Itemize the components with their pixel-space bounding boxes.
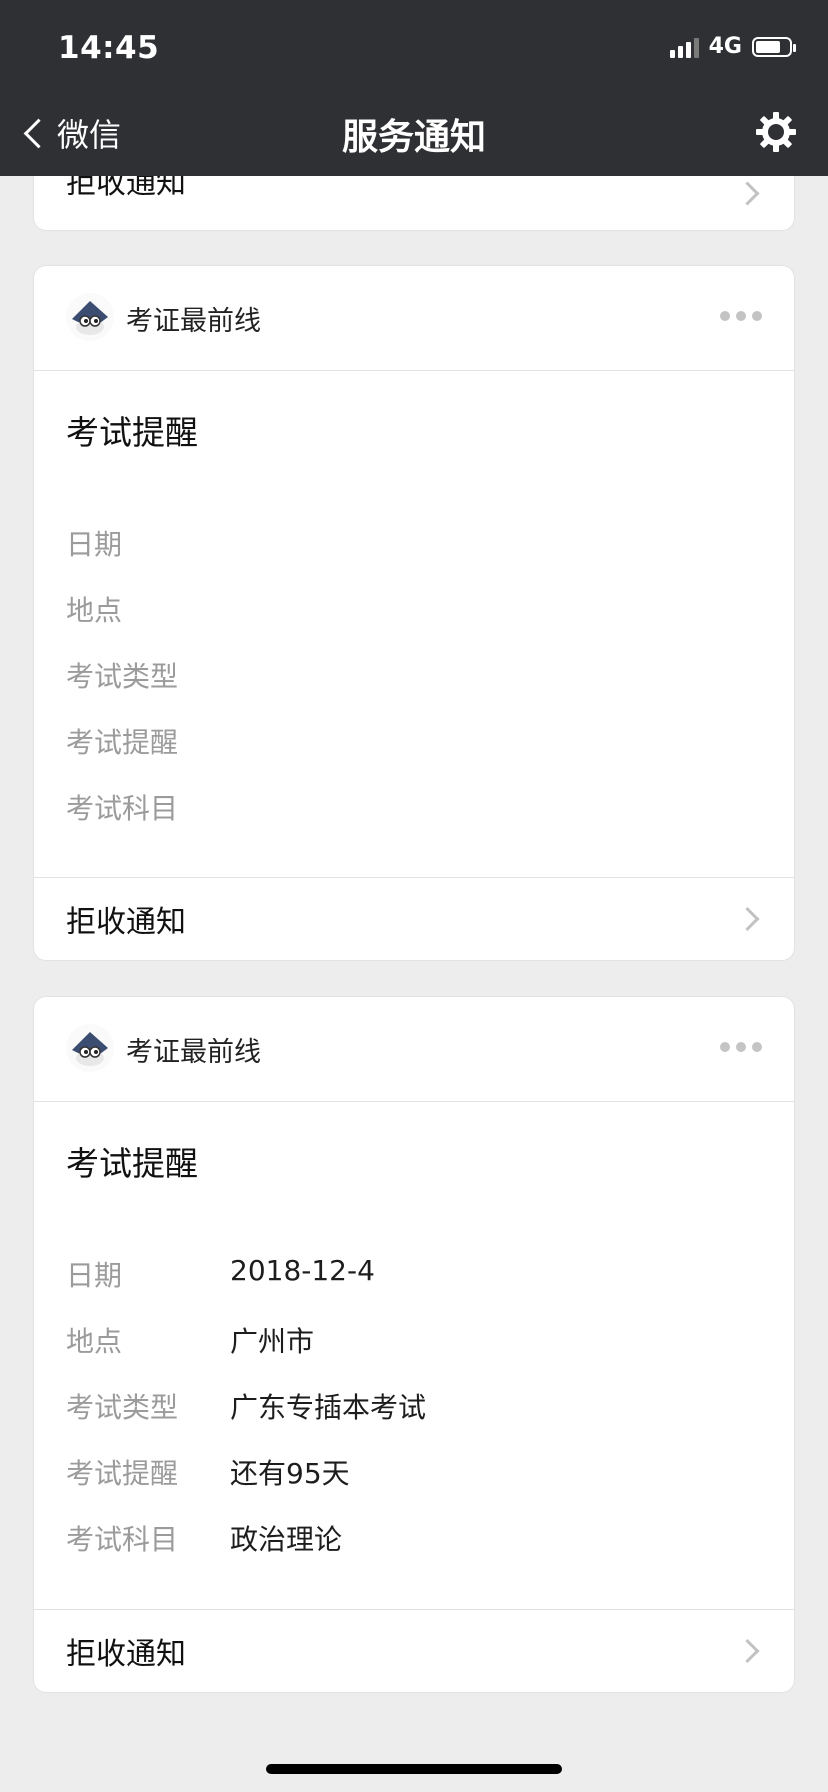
chevron-right-icon xyxy=(735,181,760,206)
source-name: 考证最前线 xyxy=(126,1037,261,1068)
status-indicators: 4G xyxy=(669,34,796,59)
field-row-exam-subject: 考试科目 政治理论 xyxy=(66,1518,342,1558)
field-row-location: 地点 广州市 xyxy=(66,1320,314,1360)
field-row-exam-reminder: 考试提醒 xyxy=(66,721,230,761)
avatar[interactable] xyxy=(66,293,114,341)
card-header: 考证最前线 xyxy=(34,266,794,371)
field-row-exam-reminder: 考试提醒 还有95天 xyxy=(66,1452,350,1492)
nav-bar: 微信 服务通知 xyxy=(0,98,828,168)
home-indicator[interactable] xyxy=(266,1764,562,1774)
signal-icon xyxy=(669,36,699,58)
chevron-right-icon xyxy=(735,906,760,932)
reject-notification-row[interactable]: 拒收通知 xyxy=(34,877,794,960)
field-label: 地点 xyxy=(66,1325,123,1358)
more-dots-icon[interactable] xyxy=(720,1042,762,1052)
page-title: 服务通知 xyxy=(341,117,486,158)
field-row-exam-type: 考试类型 xyxy=(66,655,230,695)
field-value: 还有95天 xyxy=(230,1457,350,1490)
field-label: 考试科目 xyxy=(66,1523,179,1556)
field-row-exam-type: 考试类型 广东专插本考试 xyxy=(66,1386,426,1426)
field-label: 日期 xyxy=(66,1259,123,1292)
field-label: 考试提醒 xyxy=(66,1457,179,1490)
field-row-date: 日期 xyxy=(66,523,230,563)
reject-notification-row[interactable]: 拒收通知 xyxy=(34,1609,794,1692)
field-label: 考试科目 xyxy=(66,792,179,825)
field-value: 政治理论 xyxy=(230,1523,343,1556)
card-title: 考试提醒 xyxy=(66,1144,198,1183)
notification-card: 考证最前线 考试提醒 日期 2018-12-4 地点 广州市 考试类型 广东专插… xyxy=(34,997,794,1692)
field-label: 考试类型 xyxy=(66,1391,179,1424)
field-row-date: 日期 2018-12-4 xyxy=(66,1254,375,1294)
settings-gear-icon[interactable] xyxy=(754,110,798,154)
reject-label: 拒收通知 xyxy=(66,1637,186,1672)
reject-label: 拒收通知 xyxy=(66,905,186,940)
field-label: 考试提醒 xyxy=(66,726,179,759)
chevron-right-icon xyxy=(735,1638,760,1664)
top-header: 14:45 4G 微信 服务通知 xyxy=(0,0,828,176)
field-label: 日期 xyxy=(66,528,123,561)
avatar[interactable] xyxy=(66,1024,114,1072)
field-row-location: 地点 xyxy=(66,589,230,629)
field-value: 广州市 xyxy=(230,1325,315,1358)
field-row-exam-subject: 考试科目 xyxy=(66,787,230,827)
notification-card: 考证最前线 考试提醒 日期 地点 考试类型 考试提醒 考试科目 拒收通知 xyxy=(34,266,794,960)
more-dots-icon[interactable] xyxy=(720,311,762,321)
field-label: 考试类型 xyxy=(66,660,179,693)
field-value: 广东专插本考试 xyxy=(230,1391,427,1424)
status-time: 14:45 xyxy=(58,30,160,66)
battery-icon xyxy=(752,36,796,57)
card-title: 考试提醒 xyxy=(66,413,198,452)
field-value: 2018-12-4 xyxy=(230,1254,375,1287)
field-label: 地点 xyxy=(66,594,123,627)
network-type: 4G xyxy=(708,34,742,59)
card-header: 考证最前线 xyxy=(34,997,794,1102)
source-name: 考证最前线 xyxy=(126,306,261,337)
